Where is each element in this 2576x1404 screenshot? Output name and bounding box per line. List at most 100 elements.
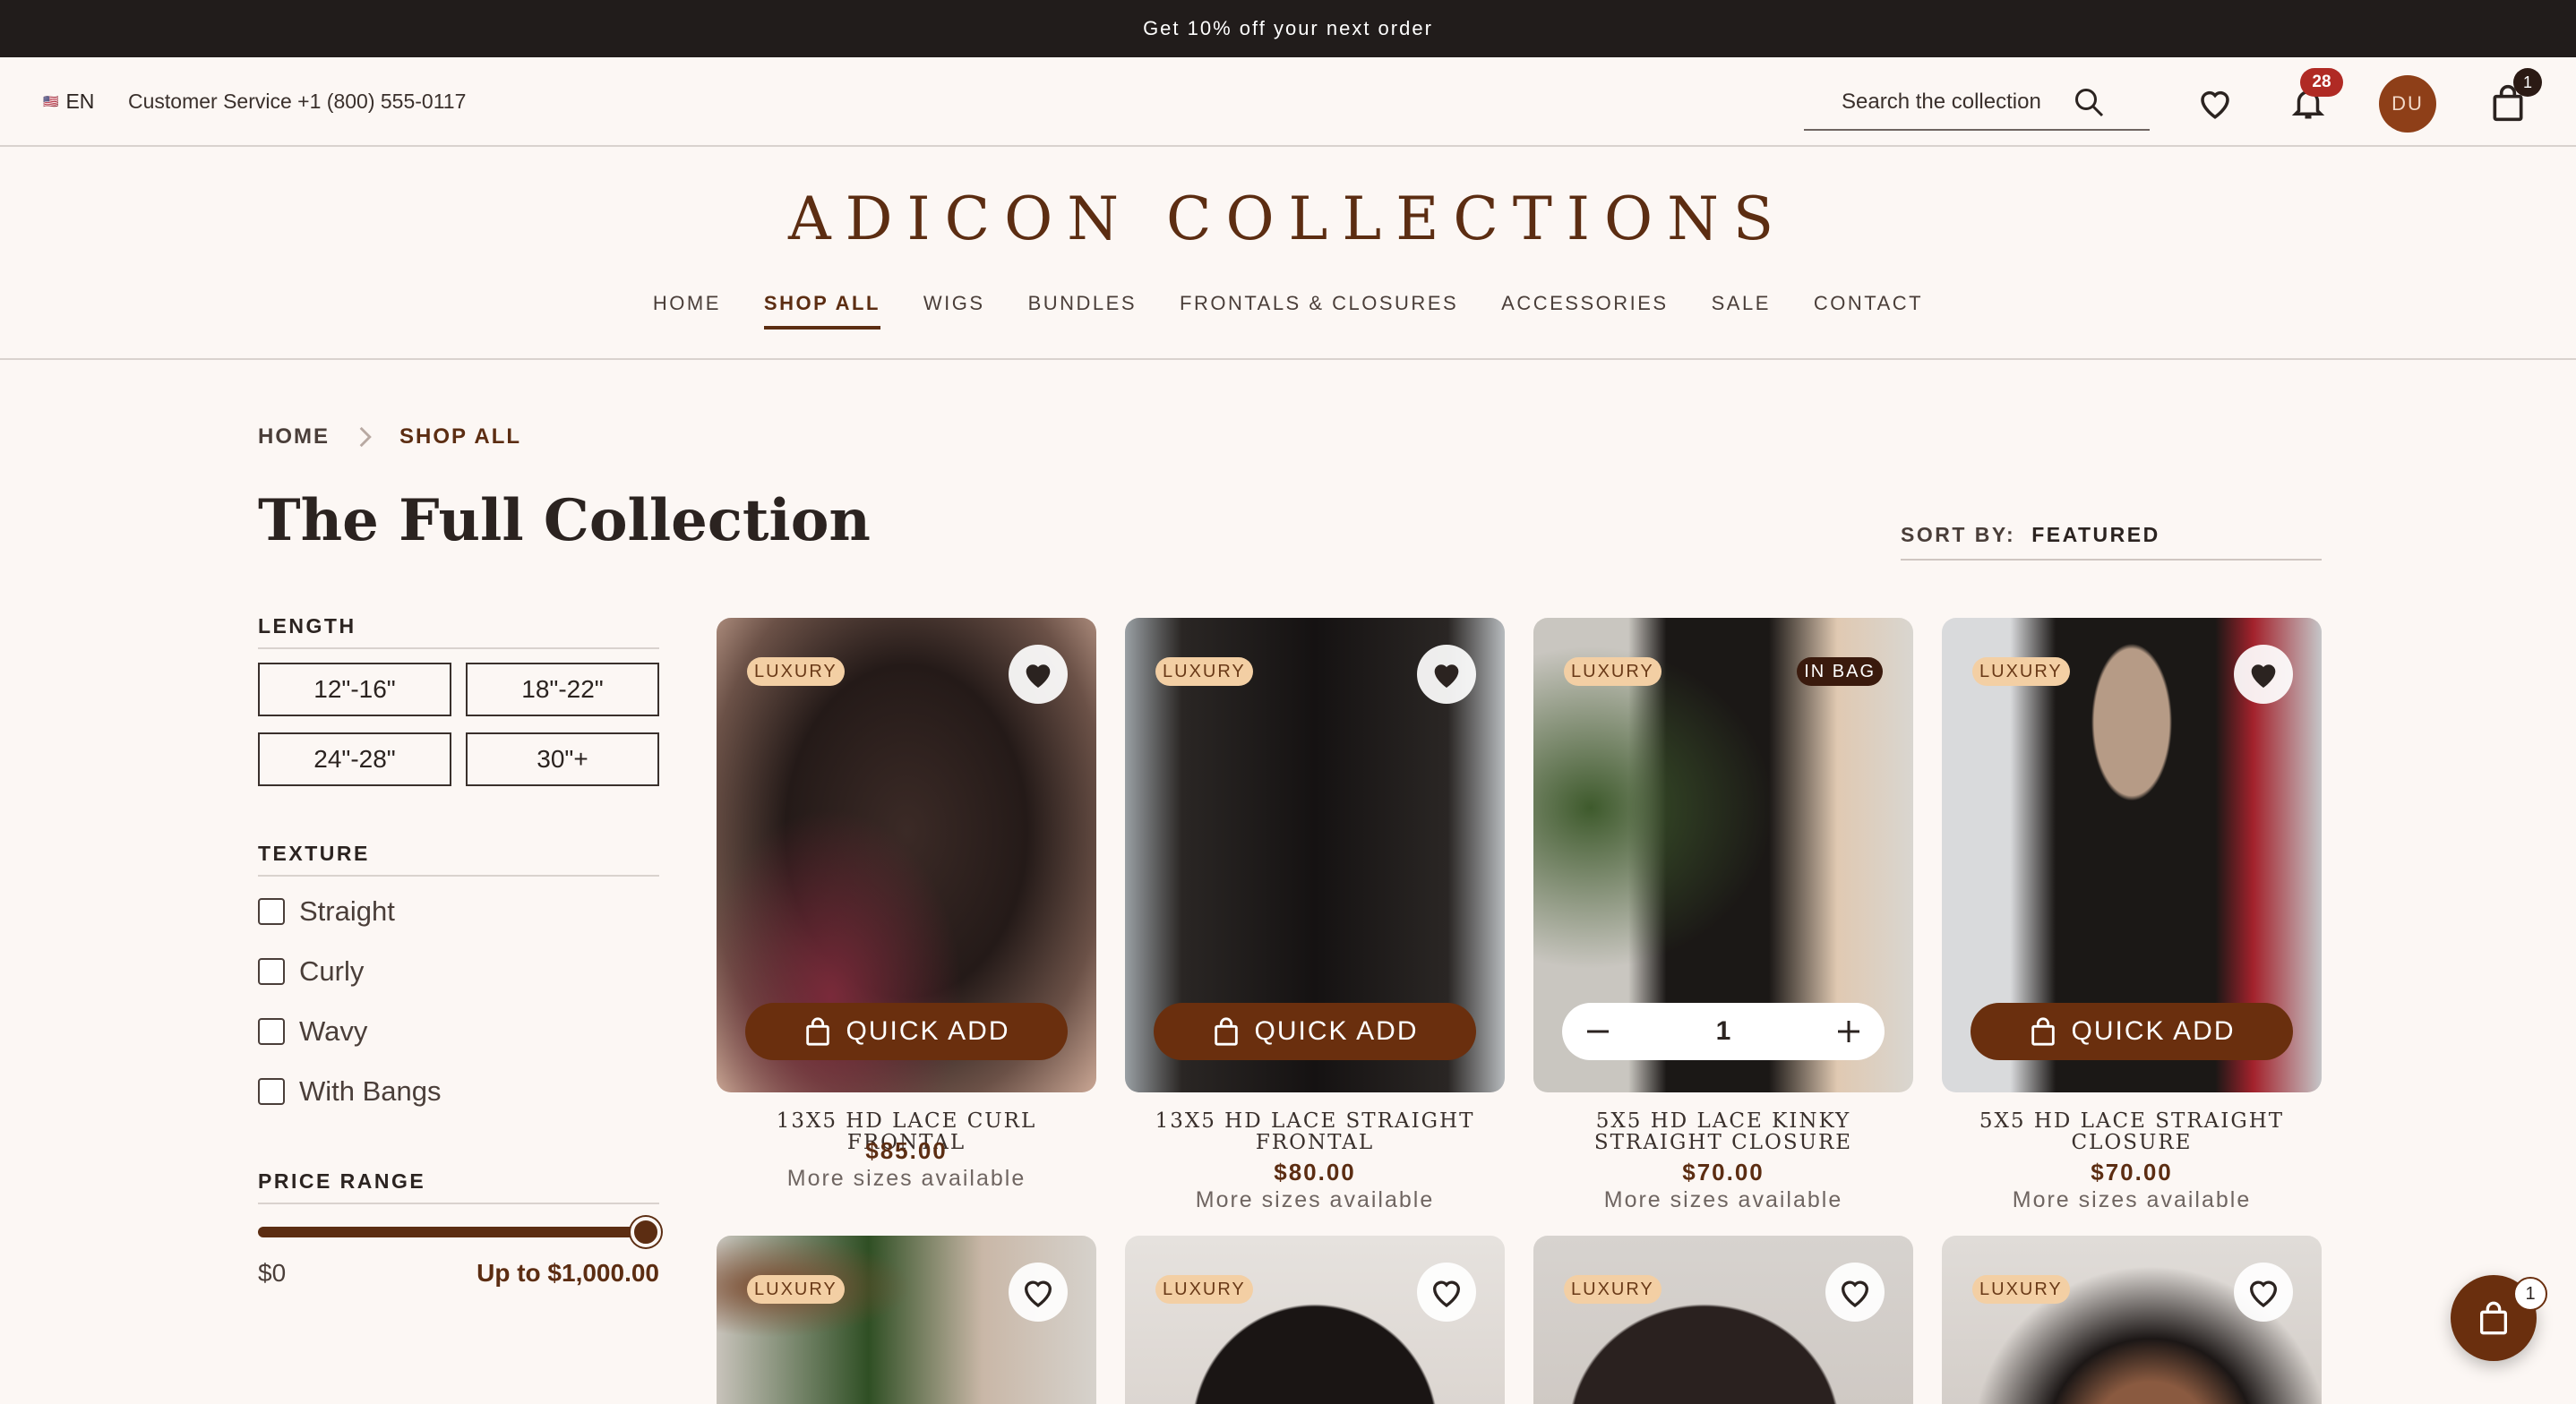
length-option-24-28[interactable]: 24"-28" — [258, 732, 451, 786]
wishlist-heart-outline-icon[interactable] — [1417, 1263, 1476, 1322]
quick-add-button[interactable]: QUICK ADD — [745, 1003, 1068, 1060]
texture-option-with-bangs[interactable]: With Bangs — [258, 1075, 442, 1108]
price-slider-handle[interactable] — [631, 1217, 661, 1247]
breadcrumb-home[interactable]: HOME — [258, 424, 330, 449]
product-image[interactable]: LUXURY QUICK ADD — [1125, 618, 1505, 1092]
promo-banner: Get 10% off your next order — [0, 0, 2576, 57]
product-more-sizes: More sizes available — [786, 1166, 1026, 1191]
product-image[interactable]: LUXURY — [1533, 1236, 1913, 1404]
filter-length-title: LENGTH — [258, 614, 659, 649]
quick-add-button[interactable]: QUICK ADD — [1971, 1003, 2293, 1060]
wishlist-heart-icon[interactable] — [2234, 645, 2293, 704]
product-price: $70.00 — [1682, 1159, 1765, 1186]
product-image[interactable]: LUXURY — [1942, 1236, 2322, 1404]
texture-label: Wavy — [299, 1015, 368, 1047]
texture-option-curly[interactable]: Curly — [258, 955, 364, 988]
price-slider-track[interactable] — [258, 1227, 659, 1237]
checkbox[interactable] — [258, 958, 285, 985]
luxury-badge: LUXURY — [1972, 657, 2070, 686]
minus-icon[interactable] — [1582, 1015, 1614, 1048]
quick-add-label: QUICK ADD — [846, 1016, 1010, 1046]
product-more-sizes: More sizes available — [2012, 1187, 2252, 1212]
quantity-value: 1 — [1715, 1016, 1731, 1046]
brand-logo[interactable]: ADICON COLLECTIONS — [0, 184, 2576, 253]
luxury-badge: LUXURY — [1564, 1275, 1662, 1304]
promo-text: Get 10% off your next order — [1143, 17, 1433, 39]
product-price: $80.00 — [1274, 1159, 1356, 1186]
customer-service-text: Customer Service +1 (800) 555-0117 — [128, 90, 467, 113]
texture-label: Curly — [299, 955, 365, 987]
nav-item-sale[interactable]: SALE — [1690, 292, 1792, 330]
floating-cart-count: 1 — [2513, 1277, 2547, 1311]
site-header: ADICON COLLECTIONS HOME SHOP ALL WIGS BU… — [0, 149, 2576, 360]
search-placeholder: Search the collection — [1842, 90, 2041, 114]
luxury-badge: LUXURY — [1155, 1275, 1253, 1304]
product-image[interactable]: LUXURY — [717, 1236, 1096, 1404]
language-selector[interactable]: 🇺🇸 EN — [43, 90, 94, 114]
wishlist-heart-outline-icon[interactable] — [2234, 1263, 2293, 1322]
product-image[interactable]: LUXURY — [1125, 1236, 1505, 1404]
notification-count-badge: 28 — [2300, 68, 2343, 97]
main-nav: HOME SHOP ALL WIGS BUNDLES FRONTALS & CL… — [0, 292, 2576, 330]
wishlist-heart-outline-icon[interactable] — [1825, 1263, 1885, 1322]
wishlist-heart-icon[interactable] — [1417, 645, 1476, 704]
nav-item-wigs[interactable]: WIGS — [902, 292, 1007, 330]
product-name[interactable]: 5X5 HD LACE STRAIGHT CLOSURE — [1942, 1110, 2322, 1153]
product-image[interactable]: LUXURY QUICK ADD — [717, 618, 1096, 1092]
checkbox[interactable] — [258, 898, 285, 925]
product-image[interactable]: LUXURY QUICK ADD — [1942, 618, 2322, 1092]
filter-texture-title: TEXTURE — [258, 842, 659, 877]
product-more-sizes: More sizes available — [1603, 1187, 1843, 1212]
length-option-18-22[interactable]: 18"-22" — [466, 663, 659, 716]
us-flag-icon: 🇺🇸 — [43, 94, 59, 108]
search-input[interactable]: Search the collection — [1804, 75, 2150, 131]
price-max-label: Up to $1,000.00 — [477, 1259, 659, 1287]
cart-count-badge: 1 — [2513, 68, 2542, 97]
quick-add-label: QUICK ADD — [1254, 1016, 1419, 1046]
texture-label: Straight — [299, 895, 395, 927]
length-option-12-16[interactable]: 12"-16" — [258, 663, 451, 716]
wishlist-heart-outline-icon[interactable] — [1009, 1263, 1068, 1322]
in-bag-badge: IN BAG — [1797, 657, 1883, 686]
wishlist-heart-icon[interactable] — [2196, 84, 2234, 122]
length-option-30-plus[interactable]: 30"+ — [466, 732, 659, 786]
luxury-badge: LUXURY — [1564, 657, 1662, 686]
wishlist-heart-icon[interactable] — [1009, 645, 1068, 704]
page-title: The Full Collection — [258, 487, 871, 554]
luxury-badge: LUXURY — [747, 657, 845, 686]
shopping-bag-icon — [2480, 1301, 2507, 1335]
checkbox[interactable] — [258, 1078, 285, 1105]
quick-add-label: QUICK ADD — [2071, 1016, 2236, 1046]
nav-item-shop-all[interactable]: SHOP ALL — [743, 292, 902, 330]
quick-add-button[interactable]: QUICK ADD — [1154, 1003, 1476, 1060]
product-price: $85.00 — [865, 1137, 948, 1164]
quantity-stepper[interactable]: 1 — [1562, 1003, 1885, 1060]
plus-icon[interactable] — [1833, 1015, 1865, 1048]
sort-value: FEATURED — [2031, 523, 2160, 546]
product-price: $70.00 — [2091, 1159, 2173, 1186]
nav-item-frontals-closures[interactable]: FRONTALS & CLOSURES — [1158, 292, 1480, 330]
product-name[interactable]: 5X5 HD LACE KINKY STRAIGHT CLOSURE — [1533, 1110, 1913, 1153]
language-label: EN — [65, 90, 95, 113]
checkbox[interactable] — [258, 1018, 285, 1045]
breadcrumb: HOME SHOP ALL — [258, 424, 521, 449]
sort-dropdown[interactable]: SORT BY: FEATURED — [1901, 523, 2322, 561]
nav-item-accessories[interactable]: ACCESSORIES — [1480, 292, 1689, 330]
luxury-badge: LUXURY — [747, 1275, 845, 1304]
product-more-sizes: More sizes available — [1195, 1187, 1435, 1212]
product-image[interactable]: LUXURY IN BAG 1 — [1533, 618, 1913, 1092]
utility-bar: 🇺🇸 EN Customer Service +1 (800) 555-0117… — [0, 57, 2576, 147]
nav-item-contact[interactable]: CONTACT — [1792, 292, 1945, 330]
search-icon[interactable] — [2073, 86, 2105, 118]
luxury-badge: LUXURY — [1972, 1275, 2070, 1304]
nav-item-home[interactable]: HOME — [631, 292, 743, 330]
luxury-badge: LUXURY — [1155, 657, 1253, 686]
product-name[interactable]: 13X5 HD LACE STRAIGHT FRONTAL — [1125, 1110, 1505, 1153]
sort-label: SORT BY: — [1901, 523, 2016, 546]
filter-price-title: PRICE RANGE — [258, 1169, 659, 1204]
nav-item-bundles[interactable]: BUNDLES — [1007, 292, 1158, 330]
user-avatar[interactable]: DU — [2379, 75, 2436, 133]
shopping-bag-icon — [806, 1017, 830, 1046]
texture-option-wavy[interactable]: Wavy — [258, 1015, 367, 1048]
texture-option-straight[interactable]: Straight — [258, 895, 395, 928]
